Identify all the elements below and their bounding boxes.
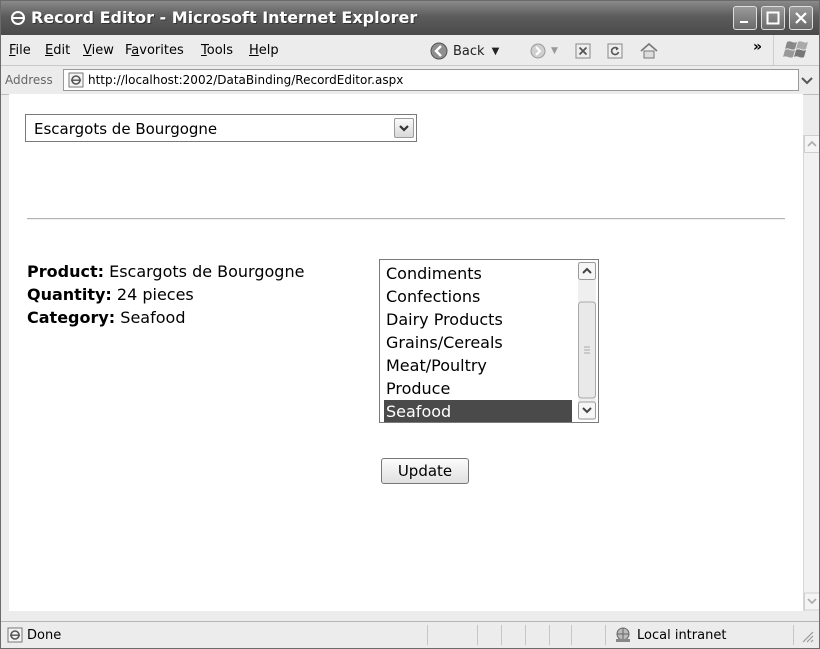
back-dropdown-icon[interactable]: ▼	[492, 46, 500, 57]
product-select-dropdown[interactable]	[394, 118, 414, 138]
status-divider	[605, 625, 606, 645]
forward-arrow-icon	[530, 43, 546, 59]
status-bar: Done Local intranet	[1, 621, 819, 648]
category-listbox[interactable]: Condiments Confections Dairy Products Gr…	[379, 259, 599, 423]
category-detail: Category: Seafood	[27, 308, 185, 327]
product-label: Product:	[27, 262, 104, 281]
status-divider	[501, 625, 502, 645]
title-bar[interactable]: Record Editor - Microsoft Internet Explo…	[1, 1, 819, 35]
menu-view[interactable]: View	[83, 43, 114, 58]
menu-help[interactable]: Help	[249, 43, 279, 58]
browser-window: Record Editor - Microsoft Internet Explo…	[0, 0, 820, 649]
windows-logo-icon	[781, 38, 811, 62]
address-dropdown-icon[interactable]	[799, 71, 815, 89]
status-divider	[793, 625, 794, 645]
chevron-down-icon	[399, 125, 409, 132]
list-item[interactable]: Meat/Poultry	[384, 354, 572, 377]
page-scrollbar[interactable]	[803, 135, 819, 611]
quantity-detail: Quantity: 24 pieces	[27, 285, 194, 304]
list-item-selected[interactable]: Seafood	[384, 400, 572, 422]
back-arrow-icon	[430, 42, 448, 60]
back-label: Back	[453, 43, 485, 59]
quantity-value: 24 pieces	[116, 285, 194, 304]
address-bar: Address http://localhost:2002/DataBindin…	[1, 66, 819, 95]
maximize-button[interactable]	[761, 6, 785, 30]
window-title: Record Editor - Microsoft Internet Explo…	[31, 8, 418, 27]
stop-button[interactable]	[575, 40, 591, 62]
scroll-up-button	[578, 262, 596, 280]
home-icon	[640, 42, 658, 59]
quantity-label: Quantity:	[27, 285, 112, 304]
forward-button[interactable]: ▼	[529, 40, 558, 62]
menu-bar: File Edit View Favorites Tools Help Back…	[1, 35, 819, 66]
product-detail: Product: Escargots de Bourgogne	[27, 262, 304, 281]
home-button[interactable]	[639, 40, 659, 62]
menu-tools[interactable]: Tools	[201, 43, 233, 58]
page-scroll-down	[804, 592, 819, 611]
page-scroll-up	[804, 135, 819, 153]
close-button[interactable]	[789, 6, 813, 30]
forward-dropdown-icon[interactable]: ▼	[551, 46, 558, 56]
listbox-scrollbar[interactable]	[578, 262, 596, 420]
status-divider	[427, 625, 428, 645]
refresh-icon	[607, 43, 623, 59]
menu-file[interactable]: File	[9, 43, 31, 58]
status-divider	[477, 625, 478, 645]
status-divider	[571, 625, 572, 645]
status-text: Done	[27, 628, 62, 643]
address-input[interactable]: http://localhost:2002/DataBinding/Record…	[63, 69, 799, 91]
update-button[interactable]: Update	[381, 458, 469, 484]
stop-icon	[575, 43, 591, 59]
toolbar-overflow-icon[interactable]: »	[753, 39, 762, 55]
product-value: Escargots de Bourgogne	[109, 262, 305, 281]
list-item[interactable]: Condiments	[384, 262, 572, 285]
status-divider	[525, 625, 526, 645]
list-item[interactable]: Confections	[384, 285, 572, 308]
done-page-icon	[7, 627, 23, 643]
product-select[interactable]: Escargots de Bourgogne	[25, 114, 417, 142]
page-content: Escargots de Bourgogne Product: Escargot…	[9, 94, 803, 611]
category-label: Category:	[27, 308, 116, 327]
category-value: Seafood	[120, 308, 186, 327]
divider	[27, 218, 785, 220]
intranet-icon	[616, 627, 630, 642]
toolbar-divider	[773, 35, 774, 65]
address-label: Address	[5, 73, 53, 87]
minimize-button[interactable]	[733, 6, 757, 30]
back-button[interactable]: Back ▼	[429, 40, 499, 62]
menu-edit[interactable]: Edit	[45, 43, 70, 58]
list-item[interactable]: Dairy Products	[384, 308, 572, 331]
page-icon	[68, 72, 84, 88]
ie-logo-icon	[9, 9, 27, 27]
scroll-down-button	[578, 401, 596, 420]
list-item[interactable]: Produce	[384, 377, 572, 400]
zone-text: Local intranet	[637, 628, 727, 643]
address-url: http://localhost:2002/DataBinding/Record…	[88, 73, 404, 87]
menu-favorites[interactable]: Favorites	[125, 43, 184, 58]
status-divider	[549, 625, 550, 645]
list-item[interactable]: Grains/Cereals	[384, 331, 572, 354]
resize-grip-icon[interactable]	[801, 630, 815, 644]
product-select-value: Escargots de Bourgogne	[34, 120, 218, 138]
refresh-button[interactable]	[607, 40, 623, 62]
